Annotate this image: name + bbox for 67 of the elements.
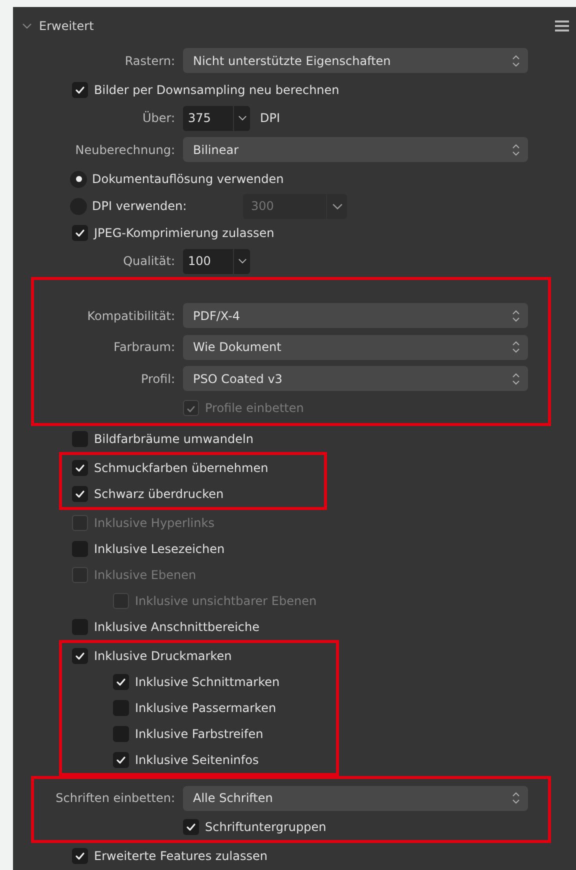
field-label: Rastern: — [124, 54, 175, 68]
field-label: Farbraum: — [112, 340, 175, 354]
dropdown[interactable]: Bilinear — [183, 137, 528, 162]
up-down-chevron-icon — [512, 54, 520, 68]
checked-checkbox[interactable] — [113, 674, 129, 690]
checkbox-label: Inklusive Anschnittbereiche — [94, 620, 260, 634]
up-down-chevron-icon — [512, 791, 520, 806]
checked-checkbox[interactable] — [72, 648, 88, 664]
radio-label: DPI verwenden: — [92, 199, 188, 213]
checkbox-label: Inklusive Seiteninfos — [135, 752, 259, 766]
caret-icon — [238, 115, 246, 122]
checkbox-label: Inklusive Farbstreifen — [135, 726, 264, 740]
checkbox-label: Erweiterte Features zulassen — [94, 849, 268, 863]
dropdown[interactable]: Alle Schriften — [183, 786, 528, 811]
unit-label: DPI — [260, 111, 280, 126]
checked-checkbox[interactable] — [72, 460, 88, 476]
checkbox[interactable] — [72, 540, 88, 556]
dropdown-button[interactable] — [234, 248, 250, 274]
up-down-chevron-icon — [512, 142, 520, 157]
radio-button[interactable] — [70, 170, 87, 188]
checkbox-label: JPEG-Komprimierung zulassen — [94, 226, 274, 240]
number-field[interactable]: 375 — [183, 106, 233, 131]
checkbox-label: Profile einbetten — [205, 400, 304, 414]
checkbox[interactable] — [113, 726, 129, 742]
checkbox-label: Inklusive Passermarken — [135, 700, 276, 714]
checkbox-label: Schwarz überdrucken — [94, 486, 224, 500]
up-down-chevron-icon — [512, 340, 520, 354]
checkbox[interactable] — [72, 618, 88, 634]
field-label: Qualität: — [122, 254, 175, 268]
caret-icon — [238, 258, 246, 264]
checkbox-label: Inklusive Druckmarken — [94, 648, 232, 662]
dropdown[interactable]: Nicht unterstützte Eigenschaften — [183, 48, 528, 74]
checkbox-label: Inklusive Ebenen — [94, 568, 196, 582]
checkbox[interactable] — [72, 430, 88, 446]
up-down-chevron-icon — [512, 308, 520, 323]
dropdown[interactable]: PSO Coated v3 — [183, 366, 528, 392]
checked-checkbox[interactable] — [113, 752, 129, 768]
checkbox-label: Inklusive Schnittmarken — [135, 674, 280, 688]
checked-checkbox[interactable] — [72, 486, 88, 502]
number-field[interactable]: 100 — [183, 248, 233, 274]
radio-label: Dokumentauflösung verwenden — [92, 172, 284, 186]
field-label: Über: — [141, 111, 175, 126]
checked-checkbox[interactable] — [72, 848, 88, 864]
checkbox-label: Bilder per Downsampling neu berechnen — [94, 82, 340, 96]
caret-icon — [332, 202, 342, 210]
menu-icon[interactable] — [555, 20, 569, 32]
checkbox-label: Schmuckfarben übernehmen — [94, 460, 268, 474]
checked-checkbox[interactable] — [72, 224, 88, 240]
field-label: Profil: — [140, 372, 175, 386]
up-down-chevron-icon — [512, 372, 520, 386]
checkbox-label: Inklusive Lesezeichen — [94, 542, 225, 556]
checkbox[interactable] — [113, 700, 129, 716]
dropdown[interactable]: Wie Dokument — [183, 334, 528, 360]
field-label: Neuberechnung: — [74, 142, 175, 157]
checkbox-label: Inklusive Hyperlinks — [94, 516, 214, 530]
panel-title: Erweitert — [39, 19, 95, 33]
checkbox-label: Bildfarbräume umwandeln — [94, 432, 254, 446]
dropdown-button[interactable] — [234, 106, 250, 131]
checkbox-label: Inklusive unsichtbarer Ebenen — [135, 594, 317, 608]
field-label: Schriften einbetten: — [54, 791, 175, 806]
dropdown-button[interactable] — [327, 194, 347, 218]
dropdown[interactable]: PDF/X-4 — [183, 303, 528, 328]
checked-checkbox[interactable] — [72, 82, 88, 98]
field-label: Kompatibilität: — [86, 308, 175, 323]
checkbox-label: Schriftuntergruppen — [205, 820, 326, 834]
checked-checkbox[interactable] — [183, 819, 199, 835]
chevron-icon[interactable] — [22, 23, 32, 29]
